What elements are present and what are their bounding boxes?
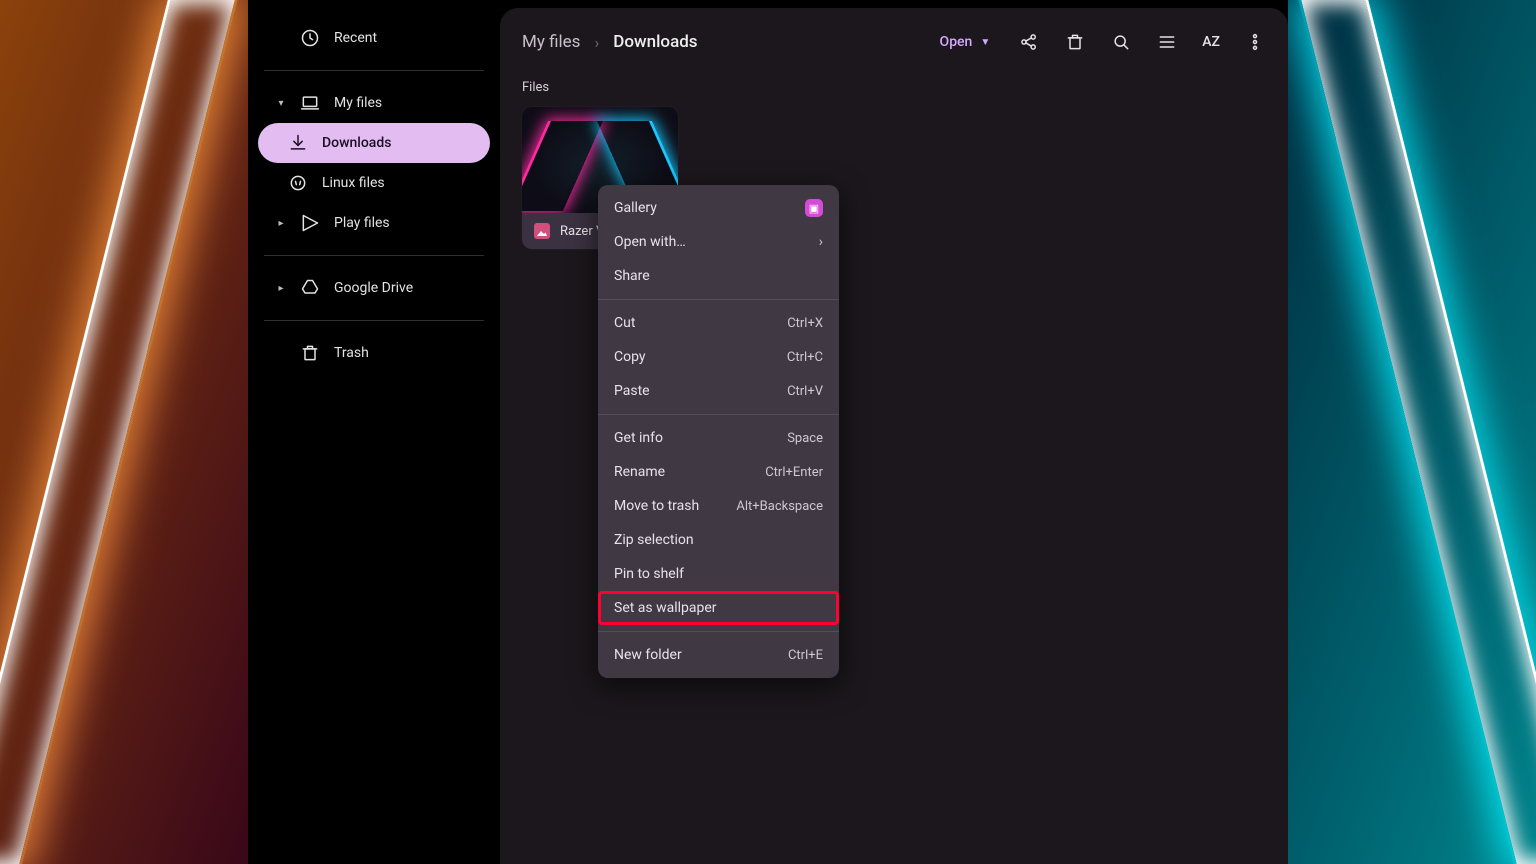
menu-item-zip-selection[interactable]: Zip selection — [598, 523, 839, 557]
image-icon — [534, 223, 550, 239]
clock-icon — [300, 28, 320, 48]
topbar: My files › Downloads Open ▼ — [522, 26, 1266, 58]
menu-item-shortcut: Ctrl+E — [788, 648, 823, 663]
menu-item-shortcut: Ctrl+Enter — [765, 465, 823, 480]
sort-az-icon[interactable]: AZ — [1202, 31, 1220, 53]
breadcrumb-root[interactable]: My files — [522, 32, 580, 52]
sidebar-item-downloads[interactable]: Downloads — [258, 123, 490, 163]
sidebar-item-recent[interactable]: Recent — [258, 18, 490, 58]
menu-item-cut[interactable]: Cut Ctrl+X — [598, 306, 839, 340]
menu-item-gallery[interactable]: Gallery ▣ — [598, 191, 839, 225]
menu-item-paste[interactable]: Paste Ctrl+V — [598, 374, 839, 408]
breadcrumb: My files › Downloads — [522, 32, 698, 52]
chevron-right-icon: › — [594, 33, 599, 52]
chevron-right-icon: ▸ — [276, 283, 286, 294]
sidebar-item-label: Linux files — [322, 175, 385, 191]
menu-item-label: Pin to shelf — [614, 566, 684, 582]
sidebar-item-label: Google Drive — [334, 280, 413, 296]
sidebar-divider — [264, 70, 484, 71]
menu-item-set-as-wallpaper[interactable]: Set as wallpaper — [598, 591, 839, 625]
menu-item-copy[interactable]: Copy Ctrl+C — [598, 340, 839, 374]
list-view-icon[interactable] — [1156, 31, 1178, 53]
menu-item-open-with[interactable]: Open with… › — [598, 225, 839, 259]
wallpaper-neon-left — [0, 0, 238, 864]
menu-item-label: Share — [614, 268, 650, 284]
delete-icon[interactable] — [1064, 31, 1086, 53]
sidebar-item-label: My files — [334, 95, 382, 111]
chevron-right-icon: › — [819, 234, 823, 250]
menu-item-move-to-trash[interactable]: Move to trash Alt+Backspace — [598, 489, 839, 523]
breadcrumb-current: Downloads — [613, 32, 697, 52]
desktop-wallpaper: Recent ▾ My files Downloads — [0, 0, 1536, 864]
sidebar-item-label: Recent — [334, 30, 377, 46]
menu-item-label: Move to trash — [614, 498, 699, 514]
menu-item-get-info[interactable]: Get info Space — [598, 421, 839, 455]
more-options-icon[interactable] — [1244, 31, 1266, 53]
menu-item-shortcut: Ctrl+X — [787, 316, 823, 331]
chevron-down-icon: ▼ — [980, 37, 990, 48]
chevron-right-icon: ▸ — [276, 218, 286, 229]
menu-item-share[interactable]: Share — [598, 259, 839, 293]
sidebar: Recent ▾ My files Downloads — [248, 0, 500, 864]
menu-item-shortcut: Ctrl+V — [787, 384, 823, 399]
wallpaper-neon-right — [1298, 0, 1536, 864]
sidebar-item-linux-files[interactable]: Linux files — [258, 163, 490, 203]
toolbar-icons: AZ — [1018, 31, 1266, 53]
menu-item-label: Rename — [614, 464, 665, 480]
menu-item-label: Cut — [614, 315, 635, 331]
menu-item-label: Get info — [614, 430, 663, 446]
menu-separator — [598, 414, 839, 415]
menu-item-rename[interactable]: Rename Ctrl+Enter — [598, 455, 839, 489]
share-icon[interactable] — [1018, 31, 1040, 53]
sidebar-item-my-files[interactable]: ▾ My files — [258, 83, 490, 123]
menu-item-label: Zip selection — [614, 532, 694, 548]
context-menu: Gallery ▣ Open with… › Share Cut Ctrl+X … — [598, 185, 839, 678]
download-icon — [288, 133, 308, 153]
sidebar-item-google-drive[interactable]: ▸ Google Drive — [258, 268, 490, 308]
menu-item-pin-to-shelf[interactable]: Pin to shelf — [598, 557, 839, 591]
menu-item-shortcut: Ctrl+C — [787, 350, 823, 365]
trash-icon — [300, 343, 320, 363]
sidebar-divider — [264, 255, 484, 256]
sidebar-item-play-files[interactable]: ▸ Play files — [258, 203, 490, 243]
section-label-files: Files — [522, 80, 1266, 95]
menu-item-label: Open with… — [614, 234, 686, 250]
play-icon — [300, 213, 320, 233]
sidebar-divider — [264, 320, 484, 321]
search-icon[interactable] — [1110, 31, 1132, 53]
menu-item-new-folder[interactable]: New folder Ctrl+E — [598, 638, 839, 672]
sidebar-item-trash[interactable]: Trash — [258, 333, 490, 373]
menu-item-label: Paste — [614, 383, 650, 399]
laptop-icon — [300, 93, 320, 113]
open-button-label: Open — [940, 34, 973, 50]
menu-item-shortcut: Alt+Backspace — [736, 499, 823, 514]
sidebar-item-label: Trash — [334, 345, 369, 361]
menu-separator — [598, 631, 839, 632]
chevron-down-icon: ▾ — [276, 98, 286, 109]
menu-item-shortcut: Space — [787, 431, 823, 446]
gallery-app-icon: ▣ — [805, 199, 823, 217]
menu-item-label: Copy — [614, 349, 646, 365]
sidebar-item-label: Play files — [334, 215, 390, 231]
drive-icon — [300, 278, 320, 298]
menu-separator — [598, 299, 839, 300]
menu-item-label: New folder — [614, 647, 682, 663]
sidebar-item-label: Downloads — [322, 135, 391, 151]
linux-icon — [288, 173, 308, 193]
open-button[interactable]: Open ▼ — [932, 28, 999, 56]
menu-item-label: Gallery — [614, 200, 657, 216]
menu-item-label: Set as wallpaper — [614, 600, 717, 616]
